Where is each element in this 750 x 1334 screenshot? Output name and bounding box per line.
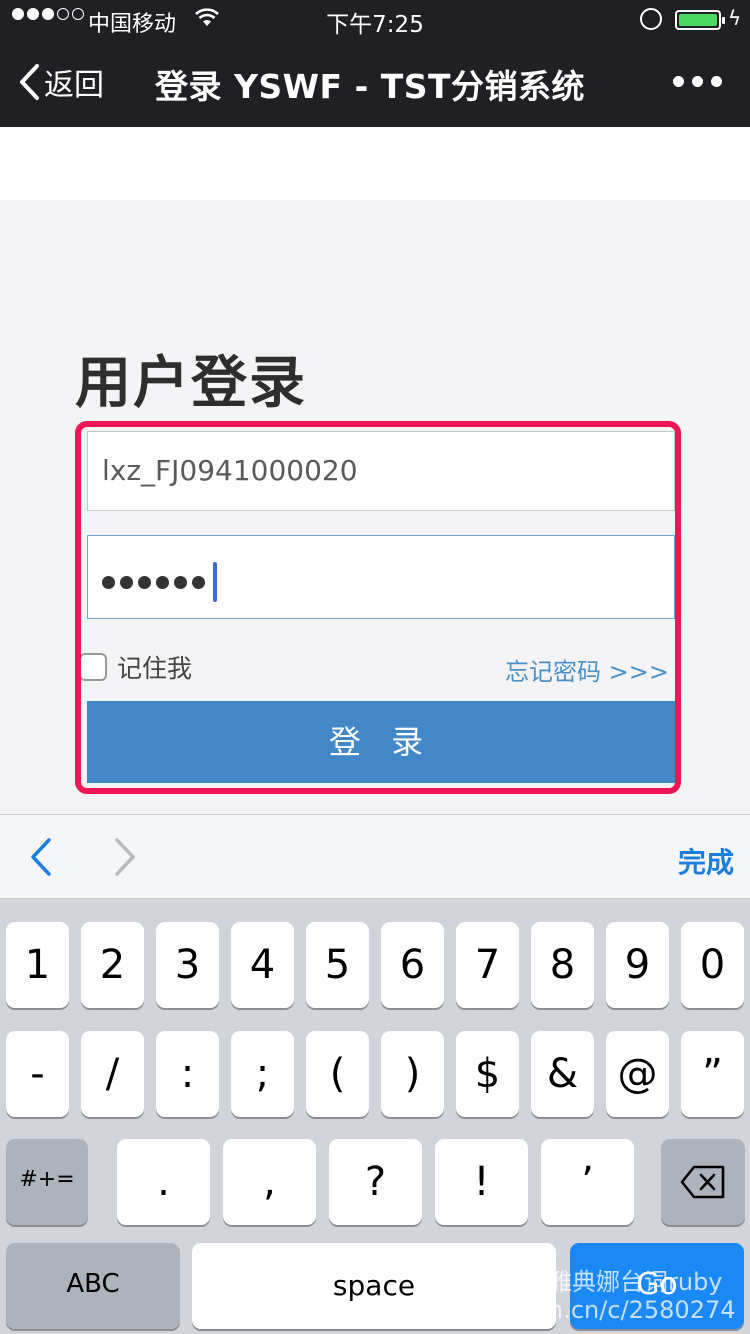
key-1-row3[interactable]: . — [117, 1139, 210, 1225]
key-5-row1[interactable]: 5 — [306, 922, 369, 1008]
key-label: ) — [404, 1051, 421, 1097]
key-label: 3 — [174, 942, 201, 988]
login-heading: 用户登录 — [75, 351, 307, 416]
key-label: , — [263, 1159, 276, 1205]
key-label: ” — [702, 1051, 723, 1097]
key-2-row2[interactable]: / — [81, 1031, 144, 1117]
back-label: 返回 — [44, 68, 104, 103]
status-bar: 中国移动 下午7:25 ϟ — [0, 0, 750, 40]
keyboard-toolbar: 完成 — [0, 814, 750, 899]
key-label: & — [546, 1051, 579, 1097]
key-label: @ — [617, 1051, 658, 1097]
go-label: Go — [636, 1267, 678, 1302]
key-6-row1[interactable]: 6 — [381, 922, 444, 1008]
key-8-row2[interactable]: & — [531, 1031, 594, 1117]
key-label: 8 — [549, 942, 576, 988]
key-label: : — [180, 1051, 195, 1097]
key-3-row1[interactable]: 3 — [156, 922, 219, 1008]
key-label: 2 — [99, 942, 126, 988]
remember-me-label: 记住我 — [117, 654, 193, 683]
password-mask — [102, 562, 217, 602]
key-9-row1[interactable]: 9 — [606, 922, 669, 1008]
username-value: lxz_FJ0941000020 — [102, 454, 358, 487]
chevron-right-icon — [115, 838, 135, 876]
key-6-row2[interactable]: ) — [381, 1031, 444, 1117]
key-label: 5 — [324, 942, 351, 988]
login-button[interactable]: 登 录 — [87, 701, 675, 783]
key-8-row1[interactable]: 8 — [531, 922, 594, 1008]
page-title: 登录 YSWF - TST分销系统 — [155, 67, 586, 106]
key-10-row1[interactable]: 0 — [681, 922, 744, 1008]
key-9-row2[interactable]: @ — [606, 1031, 669, 1117]
previous-field-button[interactable] — [28, 837, 54, 881]
chevron-left-icon — [31, 838, 51, 876]
header-banner — [0, 127, 750, 200]
chevron-left-icon — [20, 64, 39, 100]
battery-icon — [675, 10, 725, 30]
key-label: 6 — [399, 942, 426, 988]
key-label: 0 — [699, 942, 726, 988]
key-label: 9 — [624, 942, 651, 988]
key-4-row3[interactable]: ! — [435, 1139, 528, 1225]
key-4-row1[interactable]: 4 — [231, 922, 294, 1008]
key-label: ( — [329, 1051, 346, 1097]
key-label: / — [105, 1051, 120, 1097]
key-3-row3[interactable]: ? — [329, 1139, 422, 1225]
key-label: - — [30, 1051, 45, 1097]
key-1-row2[interactable]: - — [6, 1031, 69, 1117]
key-3-row2[interactable]: : — [156, 1031, 219, 1117]
key-5-row3[interactable]: ’ — [541, 1139, 634, 1225]
login-form: lxz_FJ0941000020 记住我 忘记密码 >>> 登 录 — [75, 421, 681, 794]
top-bar: 中国移动 下午7:25 ϟ 返回 登录 YSWF - TST分销系统 — [0, 0, 750, 127]
key-label: ! — [473, 1159, 490, 1205]
key-5-row2[interactable]: ( — [306, 1031, 369, 1117]
keyboard: 1 2 3 4 5 6 7 8 9 0 - /:; () $ & @ ” #+= .,?! ’ ABC spac… — [0, 899, 750, 1334]
key-2-row1[interactable]: 2 — [81, 922, 144, 1008]
key-7-row2[interactable]: $ — [456, 1031, 519, 1117]
backspace-icon — [680, 1165, 725, 1199]
rotation-lock-icon — [640, 8, 662, 30]
key-label: ; — [255, 1051, 270, 1097]
symbols-toggle-label: #+= — [19, 1167, 75, 1192]
delete-key[interactable] — [661, 1139, 745, 1225]
back-button[interactable]: 返回 — [18, 60, 104, 104]
text-cursor — [213, 562, 217, 602]
space-key[interactable]: space — [192, 1243, 556, 1329]
key-label: ’ — [581, 1159, 594, 1205]
key-label: ? — [364, 1159, 387, 1205]
key-label: . — [157, 1159, 170, 1205]
key-7-row1[interactable]: 7 — [456, 922, 519, 1008]
abc-label: ABC — [66, 1269, 120, 1299]
forgot-password-link[interactable]: 忘记密码 >>> — [505, 652, 669, 687]
next-field-button[interactable] — [112, 837, 138, 881]
navigation-bar: 返回 登录 YSWF - TST分销系统 — [0, 40, 750, 127]
clock: 下午7:25 — [326, 12, 424, 38]
remember-me-option[interactable]: 记住我 — [81, 649, 193, 685]
remember-me-checkbox[interactable] — [81, 653, 107, 681]
more-options-icon[interactable] — [673, 76, 722, 87]
key-label: 4 — [249, 942, 276, 988]
password-field[interactable] — [87, 535, 675, 619]
done-button[interactable]: 完成 — [678, 841, 734, 881]
key-10-row2[interactable]: ” — [681, 1031, 744, 1117]
abc-key[interactable]: ABC — [6, 1243, 180, 1329]
charging-icon: ϟ — [728, 6, 742, 30]
username-field[interactable]: lxz_FJ0941000020 — [87, 431, 675, 511]
key-label: 1 — [24, 942, 51, 988]
key-label: 7 — [474, 942, 501, 988]
key-1-row1[interactable]: 1 — [6, 922, 69, 1008]
symbols-toggle-key[interactable]: #+= — [6, 1139, 88, 1225]
go-key[interactable]: Go — [570, 1243, 744, 1329]
key-4-row2[interactable]: ; — [231, 1031, 294, 1117]
key-label: $ — [474, 1051, 501, 1097]
space-label: space — [332, 1269, 416, 1302]
key-2-row3[interactable]: , — [223, 1139, 316, 1225]
